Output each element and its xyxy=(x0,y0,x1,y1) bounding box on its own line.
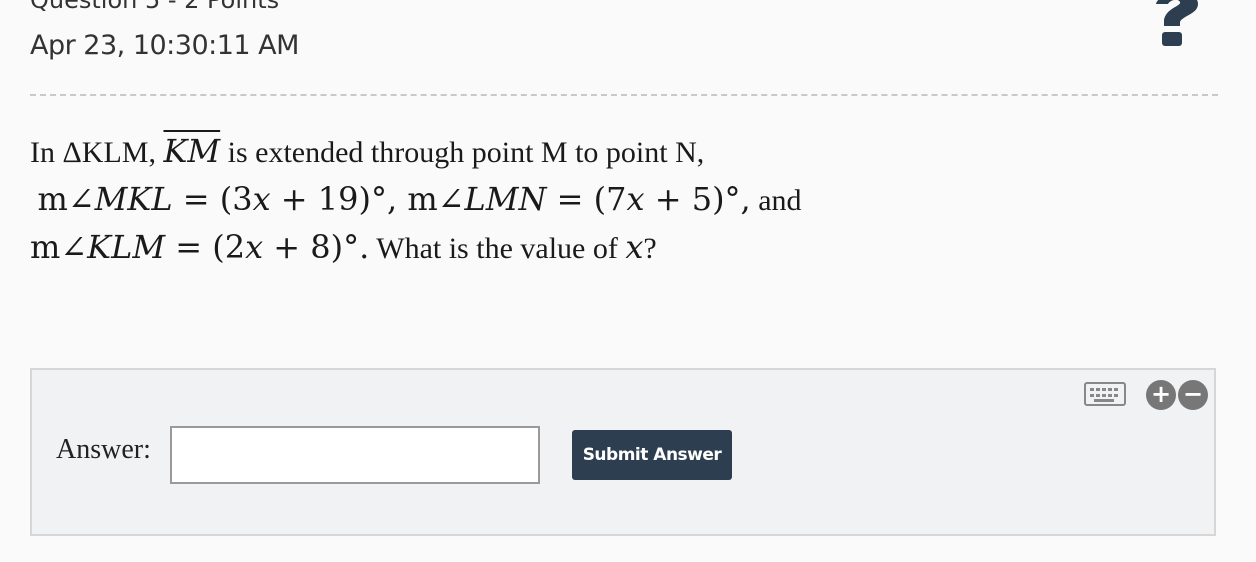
help-icon[interactable] xyxy=(1152,0,1204,52)
question-timestamp: Apr 23, 10:30:11 AM xyxy=(30,30,299,61)
submit-answer-button[interactable]: Submit Answer xyxy=(572,430,732,480)
angle1-prefix: m∠ xyxy=(37,180,95,218)
variable-x: x xyxy=(252,180,271,218)
variable-x: x xyxy=(625,228,644,266)
angle3-expr: = (2 xyxy=(165,228,246,266)
answer-panel: + − Answer: Submit Answer xyxy=(30,368,1216,536)
angle3-tail: + 8)°. xyxy=(263,228,370,266)
zoom-out-icon[interactable]: − xyxy=(1178,380,1208,410)
angle1-expr: = (3 xyxy=(172,180,253,218)
angle-lmn: LMN xyxy=(464,180,547,218)
question-line-2: m∠MKL = (3x + 19)°, m∠LMN = (7x + 5)°, a… xyxy=(30,176,1210,224)
question-line-3: m∠KLM = (2x + 8)°. What is the value of … xyxy=(30,224,1210,272)
question-line1-intro: In ΔKLM, xyxy=(30,136,164,169)
angle1-tail: + 19)°, m∠ xyxy=(270,180,465,218)
question-prompt: What is the value of xyxy=(369,232,626,265)
and-word: and xyxy=(750,184,802,217)
question-header: Question 5 - 2 Points Apr 23, 10:30:11 A… xyxy=(0,0,1256,96)
question-number: Question 5 - 2 Points xyxy=(30,0,280,14)
angle-mkl: MKL xyxy=(94,180,173,218)
answer-input[interactable] xyxy=(170,426,540,484)
zoom-in-icon[interactable]: + xyxy=(1146,380,1176,410)
question-line1-rest: is extended through point M to point N, xyxy=(220,136,705,169)
segment-km: KM xyxy=(163,132,221,170)
keyboard-icon[interactable] xyxy=(1084,382,1126,406)
angle2-expr: = (7 xyxy=(546,180,627,218)
variable-x: x xyxy=(245,228,264,266)
answer-label: Answer: xyxy=(56,434,151,465)
question-line-1: In ΔKLM, KM is extended through point M … xyxy=(30,128,1210,176)
question-text: In ΔKLM, KM is extended through point M … xyxy=(30,128,1210,272)
variable-x: x xyxy=(626,180,645,218)
angle-klm: KLM xyxy=(87,228,166,266)
question-mark: ? xyxy=(643,232,657,265)
angle2-tail: + 5)°, xyxy=(644,180,751,218)
angle3-prefix: m∠ xyxy=(30,228,88,266)
divider xyxy=(30,94,1218,96)
